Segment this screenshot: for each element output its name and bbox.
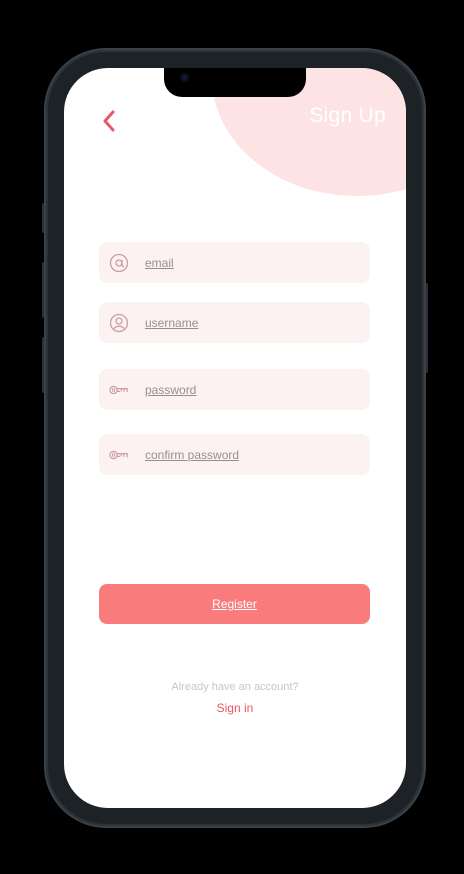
back-button[interactable]	[98, 106, 120, 136]
sign-in-link[interactable]: Sign in	[64, 701, 406, 715]
already-have-account-text: Already have an account?	[171, 681, 299, 693]
password-field[interactable]: password	[99, 369, 370, 410]
signup-screen: Sign Up email username password confirm …	[64, 68, 406, 808]
at-sign-icon	[109, 253, 129, 273]
camera-icon	[180, 73, 189, 82]
username-placeholder: username	[145, 315, 199, 330]
confirm-password-field[interactable]: confirm password	[99, 434, 370, 475]
page-title: Sign Up	[309, 104, 386, 127]
username-field[interactable]: username	[99, 302, 370, 343]
register-button[interactable]: Register	[99, 584, 370, 624]
password-placeholder: password	[145, 382, 197, 397]
email-placeholder: email	[145, 255, 174, 270]
key-icon	[109, 380, 129, 400]
chevron-left-icon	[103, 110, 115, 132]
confirm-password-placeholder: confirm password	[145, 447, 240, 462]
user-icon	[109, 313, 129, 333]
email-field[interactable]: email	[99, 242, 370, 283]
notch	[164, 68, 306, 97]
key-icon	[109, 445, 129, 465]
